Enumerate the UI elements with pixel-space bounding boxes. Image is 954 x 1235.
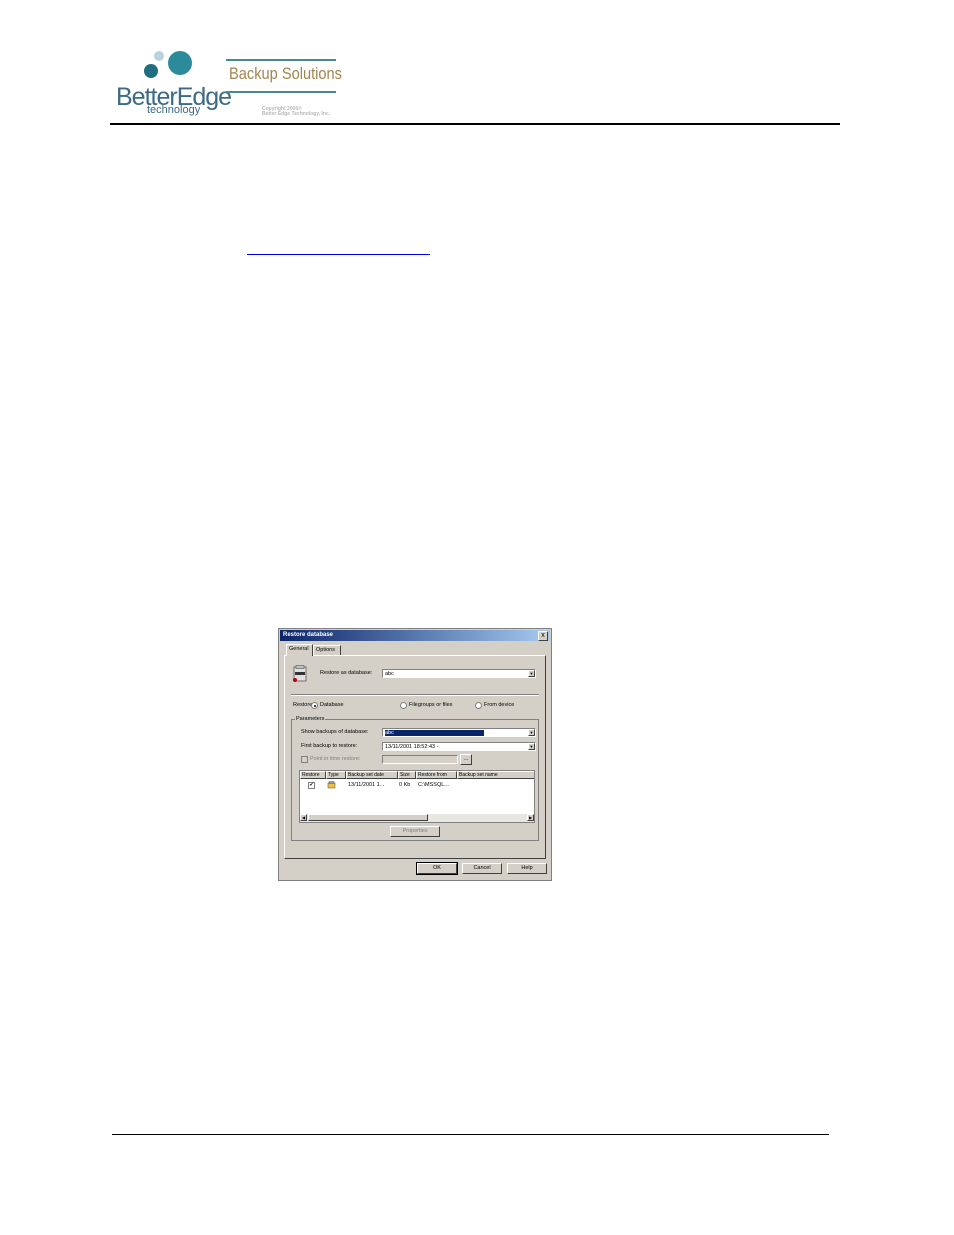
radio-database-label: Database [320,702,344,708]
column-size[interactable]: Size [398,771,416,779]
divider [291,694,539,696]
restore-as-label: Restore as database: [320,670,373,676]
first-backup-value: 13/11/2001 18:52:43 - [385,744,439,750]
hyperlink-underline[interactable] [247,254,430,255]
column-restore-from[interactable]: Restore from [416,771,457,779]
row-size: 0 Kb [399,782,411,788]
backup-sets-grid[interactable]: Restore Type Backup set date Size Restor… [299,770,535,823]
scroll-thumb[interactable] [308,814,428,821]
row-restore-checkbox[interactable]: ✔ [308,782,315,789]
restore-as-combo[interactable]: abc ▼ [382,669,536,678]
chevron-down-icon[interactable]: ▼ [528,743,535,750]
brand-title: Backup Solutions [229,64,342,83]
header-rule [110,123,840,125]
column-type[interactable]: Type [326,771,346,779]
point-in-time-checkbox[interactable] [301,756,308,763]
logo-subtitle: technology [147,104,201,116]
first-backup-label: First backup to restore: [301,743,358,749]
tab-options[interactable]: Options [313,645,341,655]
database-restore-icon [293,665,307,682]
properties-button[interactable]: Properties [390,826,440,837]
point-in-time-field[interactable] [382,755,458,764]
radio-from-device[interactable] [475,702,482,709]
first-backup-combo[interactable]: 13/11/2001 18:52:43 - ▼ [382,742,536,751]
restore-database-dialog: Restore database x General Options Resto… [278,628,552,881]
column-restore[interactable]: Restore [300,771,326,779]
tab-general[interactable]: General [286,644,313,656]
row-backup-set-date: 13/11/2001 1... [348,782,385,788]
copyright-line-2: Better Edge Technology, Inc. [262,111,331,117]
column-backup-set-date[interactable]: Backup set date [346,771,398,779]
browse-button[interactable]: ... [460,754,472,765]
footer-rule [112,1134,829,1135]
point-in-time-label: Point in time restore: [310,756,361,762]
ok-button[interactable]: OK [416,862,458,875]
cancel-button[interactable]: Cancel [462,863,502,874]
radio-filegroups[interactable] [400,702,407,709]
dialog-title: Restore database [283,632,334,638]
chevron-down-icon[interactable]: ▼ [528,729,535,736]
radio-filegroups-label: Filegroups or files [409,702,453,708]
chevron-down-icon[interactable]: ▼ [528,670,535,677]
scroll-right-icon[interactable]: ▶ [527,814,534,821]
radio-from-device-label: From device [484,702,515,708]
row-restore-from: C:\MSSQL... [418,782,449,788]
restore-as-value: abc [385,671,394,677]
radio-database[interactable] [311,702,318,709]
copyright-notice: Copyright 2006© Better Edge Technology, … [262,107,330,117]
show-backups-combo[interactable]: abc ▼ [382,728,536,737]
show-backups-value: abc [385,730,484,736]
help-button[interactable]: Help [507,863,547,874]
grid-header: Restore Type Backup set date Size Restor… [300,771,534,779]
scroll-left-icon[interactable]: ◀ [300,814,307,821]
horizontal-scrollbar[interactable]: ◀ ▶ [300,814,534,822]
backup-type-icon [327,781,336,789]
column-backup-set-name[interactable]: Backup set name [457,771,534,779]
show-backups-label: Show backups of database: [301,729,369,735]
close-icon[interactable]: x [538,631,548,641]
parameters-label: Parameters [295,716,326,722]
dialog-titlebar: Restore database x [280,630,550,641]
